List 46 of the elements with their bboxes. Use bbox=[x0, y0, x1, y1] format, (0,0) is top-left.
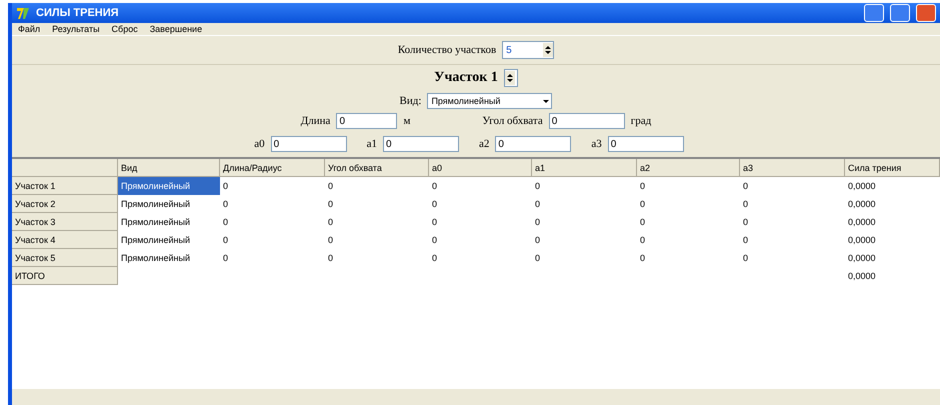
angle-unit: град bbox=[630, 115, 652, 127]
menu-item[interactable]: Результаты bbox=[52, 24, 100, 34]
window-title: СИЛЫ ТРЕНИЯ bbox=[36, 7, 120, 19]
row-header[interactable]: Участок 4 bbox=[12, 231, 118, 249]
angle-field[interactable]: 0 bbox=[548, 113, 625, 129]
menu-item[interactable]: Завершение bbox=[150, 24, 202, 34]
close-button[interactable] bbox=[916, 4, 936, 22]
column-header: a3 bbox=[740, 159, 845, 177]
row-header[interactable]: Участок 1 bbox=[12, 177, 118, 195]
coefficient-label: a1 bbox=[366, 138, 377, 150]
menu-item[interactable]: Сброс bbox=[112, 24, 138, 34]
count-spinner[interactable]: 5 bbox=[502, 41, 554, 59]
app-icon bbox=[16, 6, 30, 20]
section-title: Участок 1 bbox=[434, 70, 498, 86]
column-header: Угол обхвата bbox=[325, 159, 429, 177]
length-unit: м bbox=[403, 115, 410, 127]
coefficient-label: a2 bbox=[479, 138, 490, 150]
column-header: Длина/Радиус bbox=[220, 159, 325, 177]
coefficient-field[interactable]: 0 bbox=[270, 136, 347, 152]
coefficient-field[interactable]: 0 bbox=[495, 136, 572, 152]
row-header: ИТОГО bbox=[12, 267, 118, 285]
length-field[interactable]: 0 bbox=[336, 113, 398, 129]
angle-label: Угол обхвата bbox=[482, 115, 543, 127]
coefficient-field[interactable]: 0 bbox=[383, 136, 459, 152]
column-header: a1 bbox=[532, 159, 637, 177]
kind-dropdown[interactable]: Прямолинейный bbox=[427, 93, 552, 109]
column-header: a2 bbox=[637, 159, 740, 177]
column-header: Сила трения bbox=[845, 159, 940, 177]
row-header[interactable]: Участок 2 bbox=[12, 195, 118, 213]
coefficient-field[interactable]: 0 bbox=[608, 136, 684, 152]
column-header: Вид bbox=[118, 159, 220, 177]
coefficient-label: a0 bbox=[254, 138, 265, 150]
spin-arrows-icon[interactable] bbox=[543, 43, 554, 57]
maximize-button[interactable] bbox=[890, 4, 910, 22]
section-spinner[interactable] bbox=[504, 69, 518, 87]
row-header[interactable]: Участок 3 bbox=[12, 213, 118, 231]
menu-item[interactable]: Файл bbox=[18, 24, 40, 34]
table-cell[interactable]: Прямолинейный bbox=[118, 177, 220, 195]
column-header: a0 bbox=[429, 159, 532, 177]
count-label: Количество участков bbox=[398, 44, 496, 56]
coefficient-label: a3 bbox=[591, 138, 602, 150]
spin-arrows-icon[interactable] bbox=[504, 71, 515, 85]
kind-label: Вид: bbox=[400, 95, 422, 107]
length-label: Длина bbox=[300, 115, 330, 127]
row-header[interactable]: Участок 5 bbox=[12, 249, 118, 267]
minimize-button[interactable] bbox=[864, 4, 884, 22]
